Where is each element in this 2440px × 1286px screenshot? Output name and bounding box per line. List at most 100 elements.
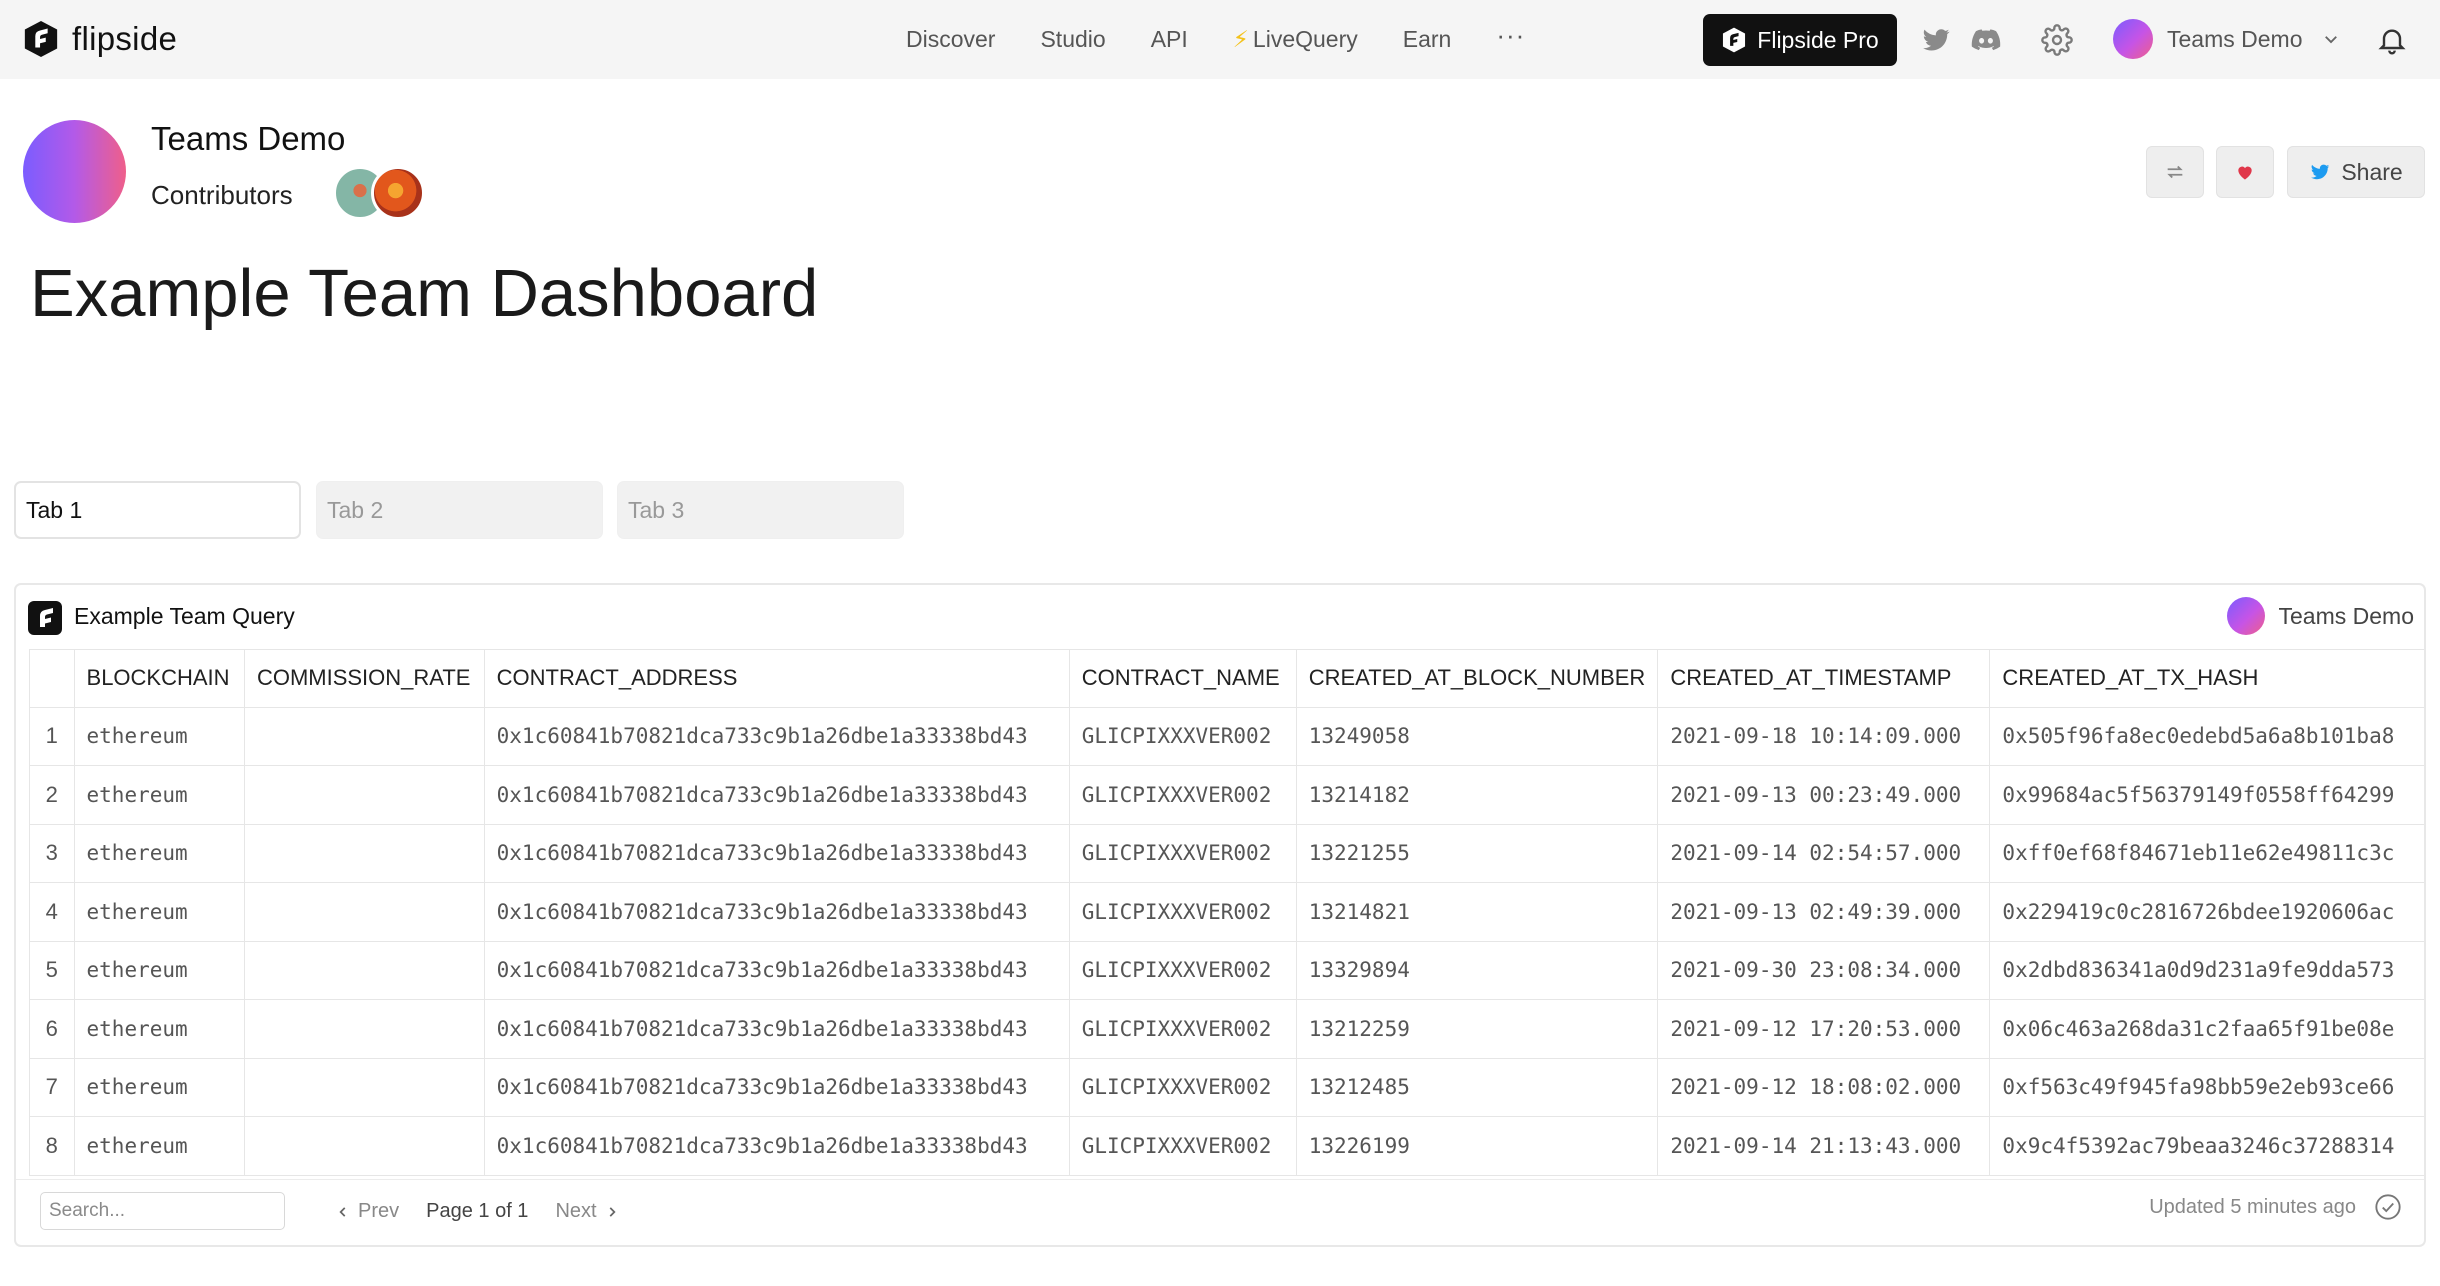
table-cell[interactable]: 0xff0ef68f84671eb11e62e49811c3c [1989, 824, 2424, 883]
row-number[interactable]: 4 [29, 882, 75, 942]
table-cell[interactable]: 0x1c60841b70821dca733c9b1a26dbe1a33338bd… [484, 707, 1070, 766]
table-cell[interactable]: GLICPIXXXVER002 [1069, 765, 1297, 825]
column-header[interactable]: CREATED_AT_TIMESTAMP [1657, 650, 1991, 708]
gear-icon[interactable] [2041, 24, 2073, 56]
tab-3[interactable]: Tab 3 [617, 481, 904, 539]
nav-link-earn[interactable]: Earn [1403, 26, 1452, 53]
table-cell[interactable]: 13214182 [1296, 765, 1659, 825]
query-title[interactable]: Example Team Query [74, 603, 295, 630]
search-input[interactable] [40, 1192, 285, 1230]
column-header[interactable]: BLOCKCHAIN [74, 650, 245, 708]
brand[interactable]: flipside [22, 20, 177, 58]
table-row[interactable]: 7 ethereum 0x1c60841b70821dca733c9b1a26dbe… [29, 1058, 2424, 1117]
row-number[interactable]: 3 [29, 824, 75, 883]
table-cell[interactable]: GLICPIXXXVER002 [1069, 882, 1297, 942]
column-header[interactable]: COMMISSION_RATE [244, 650, 485, 708]
table-cell[interactable] [244, 824, 485, 883]
table-cell[interactable]: 13221255 [1296, 824, 1659, 883]
table-cell[interactable]: 13226199 [1296, 1116, 1659, 1176]
table-cell[interactable]: 0x9c4f5392ac79beaa3246c37288314 [1989, 1116, 2424, 1176]
table-cell[interactable] [244, 941, 485, 1000]
table-row[interactable]: 3 ethereum 0x1c60841b70821dca733c9b1a26dbe… [29, 824, 2424, 883]
table-cell[interactable]: 13249058 [1296, 707, 1659, 766]
column-header[interactable]: CREATED_AT_TX_HASH [1989, 650, 2424, 708]
nav-link-livequery[interactable]: ⚡ LiveQuery [1233, 26, 1358, 53]
column-header[interactable]: CONTRACT_NAME [1069, 650, 1297, 708]
column-header[interactable]: CONTRACT_ADDRESS [484, 650, 1070, 708]
table-row[interactable]: 1 ethereum 0x1c60841b70821dca733c9b1a26dbe… [29, 707, 2424, 766]
table-cell[interactable]: 13329894 [1296, 941, 1659, 1000]
table-cell[interactable]: ethereum [74, 1116, 245, 1176]
table-row[interactable]: 6 ethereum 0x1c60841b70821dca733c9b1a26dbe… [29, 999, 2424, 1059]
nav-link-studio[interactable]: Studio [1040, 26, 1105, 53]
table-cell[interactable]: 2021-09-12 18:08:02.000 [1657, 1058, 1991, 1117]
query-owner[interactable]: Teams Demo [2226, 597, 2414, 635]
table-cell[interactable]: 2021-09-30 23:08:34.000 [1657, 941, 1991, 1000]
table-cell[interactable] [244, 1116, 485, 1176]
prev-page-button[interactable]: Prev [336, 1200, 399, 1223]
like-button[interactable] [2216, 146, 2274, 198]
table-cell[interactable]: ethereum [74, 941, 245, 1000]
more-menu-icon[interactable]: ··· [1496, 20, 1525, 51]
table-cell[interactable]: 0x1c60841b70821dca733c9b1a26dbe1a33338bd… [484, 765, 1070, 825]
table-cell[interactable]: ethereum [74, 707, 245, 766]
table-cell[interactable]: 0x99684ac5f56379149f0558ff64299 [1989, 765, 2424, 825]
bell-icon[interactable] [2376, 24, 2408, 56]
row-number[interactable]: 2 [29, 765, 75, 825]
table-cell[interactable]: 0x1c60841b70821dca733c9b1a26dbe1a33338bd… [484, 941, 1070, 1000]
table-cell[interactable]: 0xf563c49f945fa98bb59e2eb93ce66 [1989, 1058, 2424, 1117]
team-name[interactable]: Teams Demo [151, 120, 345, 158]
table-cell[interactable] [244, 1058, 485, 1117]
row-number[interactable]: 7 [29, 1058, 75, 1117]
flipside-pro-button[interactable]: Flipside Pro [1703, 14, 1897, 66]
table-row[interactable]: 5 ethereum 0x1c60841b70821dca733c9b1a26dbe… [29, 941, 2424, 1000]
table-cell[interactable]: 13214821 [1296, 882, 1659, 942]
next-page-button[interactable]: Next [555, 1200, 618, 1223]
table-cell[interactable]: GLICPIXXXVER002 [1069, 999, 1297, 1059]
nav-link-discover[interactable]: Discover [906, 26, 995, 53]
table-cell[interactable]: GLICPIXXXVER002 [1069, 824, 1297, 883]
table-row[interactable]: 4 ethereum 0x1c60841b70821dca733c9b1a26dbe… [29, 882, 2424, 942]
table-cell[interactable]: 2021-09-13 02:49:39.000 [1657, 882, 1991, 942]
results-table-container[interactable]: BLOCKCHAIN COMMISSION_RATE CONTRACT_ADDR… [29, 649, 2424, 1176]
column-header[interactable]: CREATED_AT_BLOCK_NUMBER [1296, 650, 1659, 708]
table-cell[interactable]: 0x06c463a268da31c2faa65f91be08e [1989, 999, 2424, 1059]
table-cell[interactable] [244, 882, 485, 942]
table-cell[interactable]: 2021-09-12 17:20:53.000 [1657, 999, 1991, 1059]
tab-2[interactable]: Tab 2 [316, 481, 603, 539]
contributor-avatar[interactable] [371, 166, 425, 220]
tab-1[interactable]: Tab 1 [14, 481, 301, 539]
table-cell[interactable] [244, 707, 485, 766]
refresh-button[interactable] [2146, 146, 2204, 198]
table-cell[interactable]: 2021-09-18 10:14:09.000 [1657, 707, 1991, 766]
discord-icon[interactable] [1970, 24, 2002, 56]
table-row[interactable]: 2 ethereum 0x1c60841b70821dca733c9b1a26dbe… [29, 765, 2424, 825]
nav-link-api[interactable]: API [1151, 26, 1188, 53]
user-menu[interactable]: Teams Demo [2113, 19, 2340, 59]
table-cell[interactable]: 2021-09-14 21:13:43.000 [1657, 1116, 1991, 1176]
table-cell[interactable]: ethereum [74, 1058, 245, 1117]
table-row[interactable]: 8 ethereum 0x1c60841b70821dca733c9b1a26dbe… [29, 1116, 2424, 1176]
table-cell[interactable]: 0x229419c0c2816726bdee1920606ac [1989, 882, 2424, 942]
table-cell[interactable]: 2021-09-14 02:54:57.000 [1657, 824, 1991, 883]
row-number[interactable]: 1 [29, 707, 75, 766]
table-cell[interactable]: 0x1c60841b70821dca733c9b1a26dbe1a33338bd… [484, 1058, 1070, 1117]
table-cell[interactable]: ethereum [74, 882, 245, 942]
table-cell[interactable]: 2021-09-13 00:23:49.000 [1657, 765, 1991, 825]
share-button[interactable]: Share [2287, 146, 2425, 198]
table-cell[interactable]: ethereum [74, 824, 245, 883]
table-cell[interactable]: ethereum [74, 999, 245, 1059]
row-number[interactable]: 8 [29, 1116, 75, 1176]
table-cell[interactable]: 0x2dbd836341a0d9d231a9fe9dda573 [1989, 941, 2424, 1000]
table-cell[interactable]: 0x1c60841b70821dca733c9b1a26dbe1a33338bd… [484, 824, 1070, 883]
table-cell[interactable]: 0x1c60841b70821dca733c9b1a26dbe1a33338bd… [484, 882, 1070, 942]
table-cell[interactable]: 0x1c60841b70821dca733c9b1a26dbe1a33338bd… [484, 999, 1070, 1059]
twitter-icon[interactable] [1920, 24, 1952, 56]
table-cell[interactable]: 13212259 [1296, 999, 1659, 1059]
table-cell[interactable]: GLICPIXXXVER002 [1069, 941, 1297, 1000]
table-cell[interactable] [244, 999, 485, 1059]
check-circle-icon[interactable] [2374, 1193, 2402, 1221]
table-cell[interactable]: ethereum [74, 765, 245, 825]
row-number[interactable]: 5 [29, 941, 75, 1000]
table-cell[interactable]: 0x505f96fa8ec0edebd5a6a8b101ba8 [1989, 707, 2424, 766]
